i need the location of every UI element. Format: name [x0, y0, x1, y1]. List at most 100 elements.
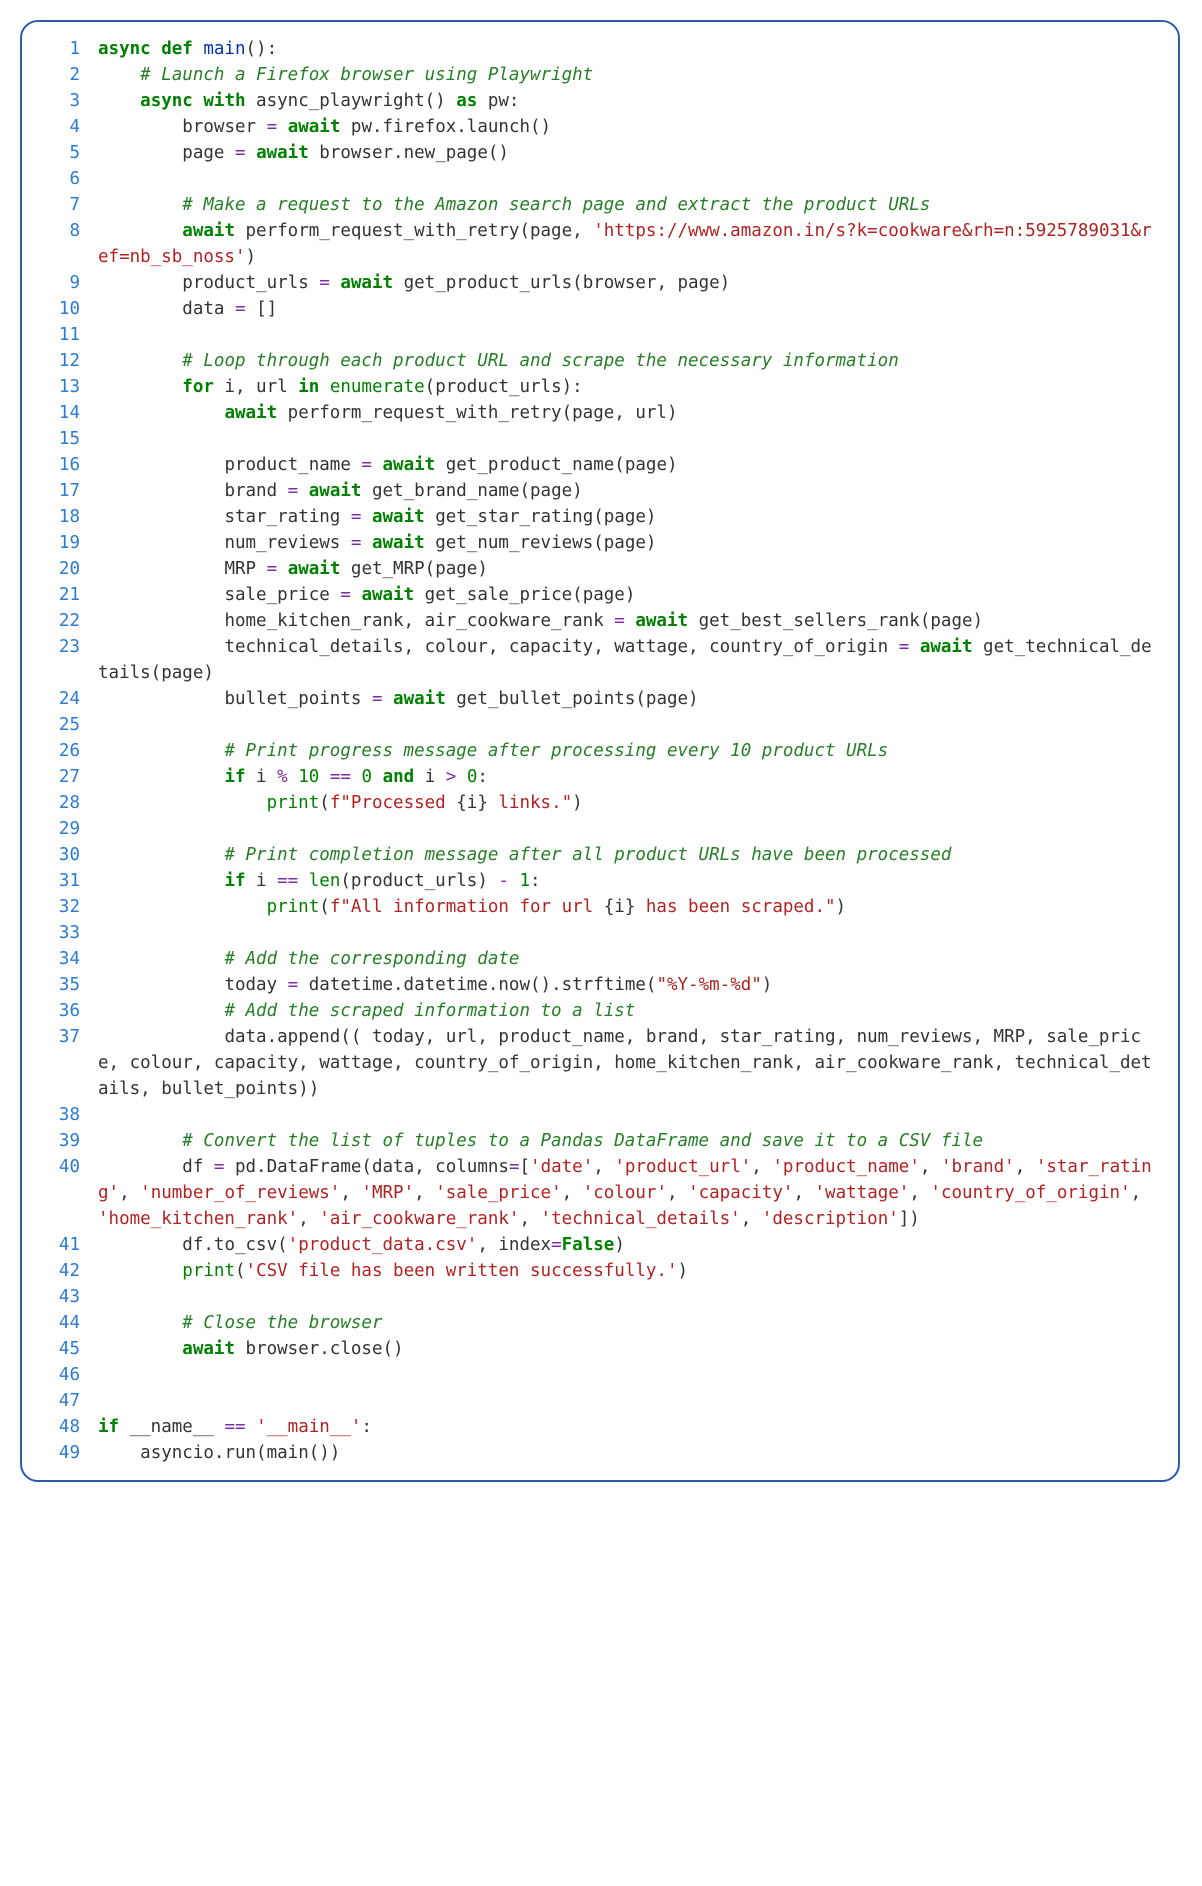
code-line: 5 page = await browser.new_page(): [40, 140, 1160, 166]
code-line: 49 asyncio.run(main()): [40, 1440, 1160, 1466]
code-line: 40 df = pd.DataFrame(data, columns=['dat…: [40, 1154, 1160, 1232]
line-number: 8: [40, 218, 98, 244]
code-text: df = pd.DataFrame(data, columns=['date',…: [98, 1154, 1160, 1232]
code-line: 20 MRP = await get_MRP(page): [40, 556, 1160, 582]
code-line: 30 # Print completion message after all …: [40, 842, 1160, 868]
code-line: 4 browser = await pw.firefox.launch(): [40, 114, 1160, 140]
code-text: print('CSV file has been written success…: [98, 1258, 1160, 1284]
line-number: 33: [40, 920, 98, 946]
code-line: 32 print(f"All information for url {i} h…: [40, 894, 1160, 920]
line-number: 46: [40, 1362, 98, 1388]
line-number: 39: [40, 1128, 98, 1154]
code-block: 1async def main():2 # Launch a Firefox b…: [20, 20, 1180, 1482]
code-line: 38: [40, 1102, 1160, 1128]
code-line: 39 # Convert the list of tuples to a Pan…: [40, 1128, 1160, 1154]
code-line: 23 technical_details, colour, capacity, …: [40, 634, 1160, 686]
code-text: async def main():: [98, 36, 1160, 62]
code-text: num_reviews = await get_num_reviews(page…: [98, 530, 1160, 556]
line-number: 11: [40, 322, 98, 348]
code-line: 47: [40, 1388, 1160, 1414]
code-text: bullet_points = await get_bullet_points(…: [98, 686, 1160, 712]
code-line: 2 # Launch a Firefox browser using Playw…: [40, 62, 1160, 88]
code-line: 28 print(f"Processed {i} links."): [40, 790, 1160, 816]
line-number: 14: [40, 400, 98, 426]
code-text: # Add the corresponding date: [98, 946, 1160, 972]
line-number: 30: [40, 842, 98, 868]
code-text: asyncio.run(main()): [98, 1440, 1160, 1466]
line-number: 45: [40, 1336, 98, 1362]
line-number: 12: [40, 348, 98, 374]
line-number: 42: [40, 1258, 98, 1284]
code-line: 19 num_reviews = await get_num_reviews(p…: [40, 530, 1160, 556]
line-number: 28: [40, 790, 98, 816]
code-text: sale_price = await get_sale_price(page): [98, 582, 1160, 608]
code-text: technical_details, colour, capacity, wat…: [98, 634, 1160, 686]
code-line: 22 home_kitchen_rank, air_cookware_rank …: [40, 608, 1160, 634]
code-text: MRP = await get_MRP(page): [98, 556, 1160, 582]
code-line: 26 # Print progress message after proces…: [40, 738, 1160, 764]
code-text: # Launch a Firefox browser using Playwri…: [98, 62, 1160, 88]
code-text: # Convert the list of tuples to a Pandas…: [98, 1128, 1160, 1154]
code-text: if i == len(product_urls) - 1:: [98, 868, 1160, 894]
code-line: 21 sale_price = await get_sale_price(pag…: [40, 582, 1160, 608]
code-text: # Print progress message after processin…: [98, 738, 1160, 764]
line-number: 43: [40, 1284, 98, 1310]
code-line: 29: [40, 816, 1160, 842]
code-line: 7 # Make a request to the Amazon search …: [40, 192, 1160, 218]
code-line: 33: [40, 920, 1160, 946]
line-number: 19: [40, 530, 98, 556]
code-line: 45 await browser.close(): [40, 1336, 1160, 1362]
line-number: 9: [40, 270, 98, 296]
code-line: 3 async with async_playwright() as pw:: [40, 88, 1160, 114]
code-line: 13 for i, url in enumerate(product_urls)…: [40, 374, 1160, 400]
code-line: 41 df.to_csv('product_data.csv', index=F…: [40, 1232, 1160, 1258]
code-text: product_urls = await get_product_urls(br…: [98, 270, 1160, 296]
code-text: print(f"All information for url {i} has …: [98, 894, 1160, 920]
code-line: 27 if i % 10 == 0 and i > 0:: [40, 764, 1160, 790]
code-text: product_name = await get_product_name(pa…: [98, 452, 1160, 478]
code-text: # Loop through each product URL and scra…: [98, 348, 1160, 374]
code-text: await perform_request_with_retry(page, u…: [98, 400, 1160, 426]
line-number: 15: [40, 426, 98, 452]
code-text: browser = await pw.firefox.launch(): [98, 114, 1160, 140]
code-line: 10 data = []: [40, 296, 1160, 322]
line-number: 18: [40, 504, 98, 530]
code-line: 17 brand = await get_brand_name(page): [40, 478, 1160, 504]
code-text: brand = await get_brand_name(page): [98, 478, 1160, 504]
code-text: if __name__ == '__main__':: [98, 1414, 1160, 1440]
line-number: 25: [40, 712, 98, 738]
line-number: 2: [40, 62, 98, 88]
code-line: 48if __name__ == '__main__':: [40, 1414, 1160, 1440]
code-line: 37 data.append(( today, url, product_nam…: [40, 1024, 1160, 1102]
line-number: 35: [40, 972, 98, 998]
line-number: 21: [40, 582, 98, 608]
line-number: 26: [40, 738, 98, 764]
line-number: 4: [40, 114, 98, 140]
code-text: data = []: [98, 296, 1160, 322]
code-text: home_kitchen_rank, air_cookware_rank = a…: [98, 608, 1160, 634]
code-line: 15: [40, 426, 1160, 452]
line-number: 17: [40, 478, 98, 504]
line-number: 34: [40, 946, 98, 972]
code-line: 35 today = datetime.datetime.now().strft…: [40, 972, 1160, 998]
line-number: 44: [40, 1310, 98, 1336]
line-number: 5: [40, 140, 98, 166]
line-number: 6: [40, 166, 98, 192]
line-number: 36: [40, 998, 98, 1024]
code-line: 44 # Close the browser: [40, 1310, 1160, 1336]
code-text: async with async_playwright() as pw:: [98, 88, 1160, 114]
code-text: today = datetime.datetime.now().strftime…: [98, 972, 1160, 998]
code-line: 43: [40, 1284, 1160, 1310]
code-text: if i % 10 == 0 and i > 0:: [98, 764, 1160, 790]
line-number: 10: [40, 296, 98, 322]
code-text: star_rating = await get_star_rating(page…: [98, 504, 1160, 530]
code-text: # Make a request to the Amazon search pa…: [98, 192, 1160, 218]
code-line: 18 star_rating = await get_star_rating(p…: [40, 504, 1160, 530]
line-number: 47: [40, 1388, 98, 1414]
line-number: 49: [40, 1440, 98, 1466]
line-number: 40: [40, 1154, 98, 1180]
line-number: 22: [40, 608, 98, 634]
line-number: 7: [40, 192, 98, 218]
line-number: 48: [40, 1414, 98, 1440]
code-line: 6: [40, 166, 1160, 192]
